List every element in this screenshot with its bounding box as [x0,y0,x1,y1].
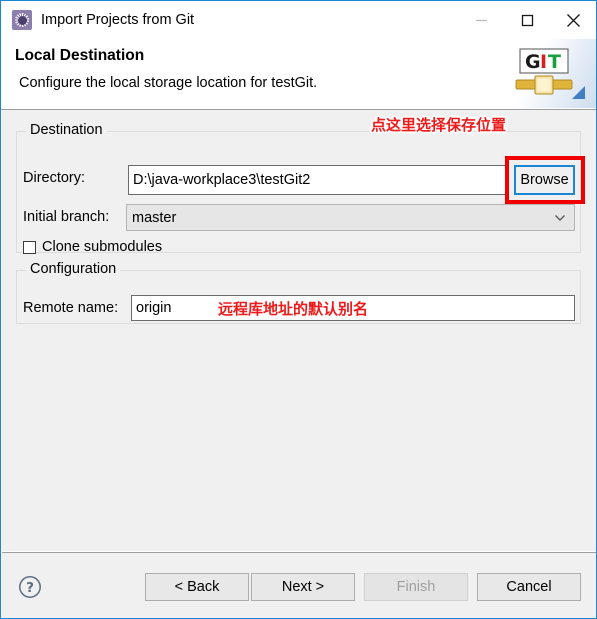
svg-text:T: T [548,51,561,73]
maximize-icon [521,14,533,26]
browse-button[interactable]: Browse [514,165,575,195]
checkbox-box-icon [23,240,36,254]
directory-label: Directory: [23,170,86,186]
directory-input[interactable] [128,165,509,195]
clone-submodules-label: Clone submodules [42,239,163,255]
configuration-group-label: Configuration [26,261,121,277]
clone-submodules-checkbox[interactable]: Clone submodules [23,239,162,255]
destination-group-label: Destination [26,122,107,138]
help-circle-icon[interactable]: ? [18,575,42,599]
annotation-browse-hint: 点这里选择保存位置 [371,116,507,134]
wizard-header: Local Destination Configure the local st… [1,39,596,110]
finish-button: Finish [364,573,468,601]
title-bar: Import Projects from Git [1,1,596,39]
initial-branch-label: Initial branch: [23,209,110,225]
cancel-button[interactable]: Cancel [477,573,581,601]
dialog-button-bar: ? < Back Next > Finish Cancel [2,552,596,618]
close-icon [566,13,580,27]
git-logo-icon: G I T [515,48,585,99]
eclipse-wizard-icon [12,10,32,30]
minimize-button[interactable] [458,1,504,39]
maximize-button[interactable] [504,1,550,39]
svg-text:G: G [525,51,541,73]
wizard-content: Destination Directory: Browse Initial br… [2,110,596,551]
svg-text:?: ? [26,580,34,596]
minimize-icon [475,19,487,21]
page-description: Configure the local storage location for… [19,75,318,91]
close-button[interactable] [550,1,596,39]
back-button[interactable]: < Back [145,573,249,601]
page-title: Local Destination [15,47,145,64]
initial-branch-value: master [132,209,177,226]
window-controls [458,1,596,39]
svg-text:I: I [540,51,547,73]
remote-name-label: Remote name: [23,300,119,316]
next-button[interactable]: Next > [251,573,355,601]
annotation-remote-hint: 远程库地址的默认别名 [218,300,369,318]
import-projects-from-git-dialog: Import Projects from Git Local Destinati… [0,0,597,619]
initial-branch-combobox[interactable]: master [126,204,575,231]
chevron-down-icon [546,214,574,222]
window-title: Import Projects from Git [41,12,195,28]
